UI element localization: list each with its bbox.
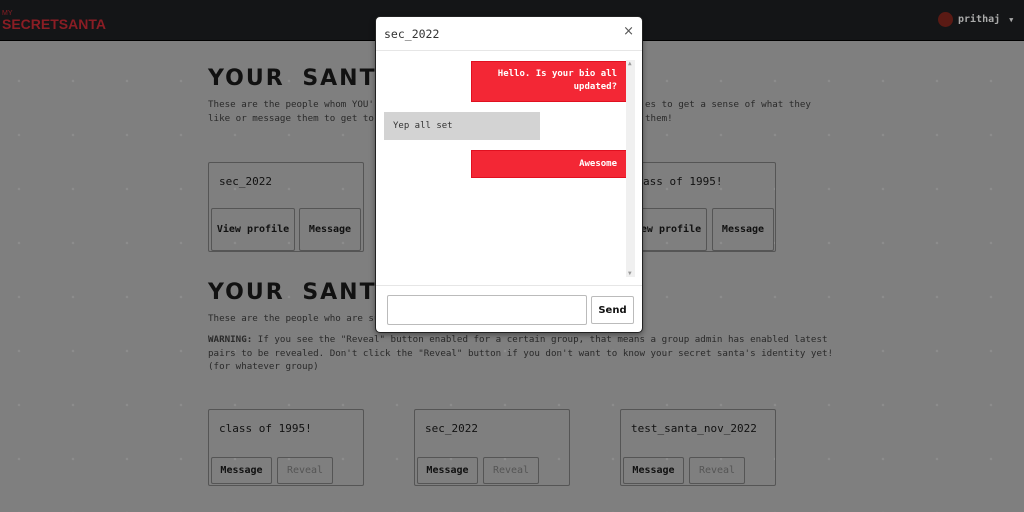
- santa-card: sec_2022 Message Reveal: [414, 409, 570, 486]
- card-title: class of 1995!: [219, 422, 312, 435]
- send-button[interactable]: Send: [591, 296, 634, 324]
- message-button[interactable]: Message: [211, 457, 272, 484]
- avatar: [938, 12, 953, 27]
- modal-header: sec_2022 ×: [376, 17, 642, 51]
- santees-desc: These are the people whom YOU're: [208, 99, 386, 110]
- reveal-button[interactable]: Reveal: [277, 457, 333, 484]
- santee-card: sec_2022 View profile Message: [208, 162, 364, 252]
- chat-messages: Hello. Is your bio all updated? Yep all …: [376, 52, 642, 286]
- caret-down-icon: ▼: [1009, 15, 1014, 24]
- santa-card: class of 1995! Message Reveal: [208, 409, 364, 486]
- sent-message: Hello. Is your bio all updated?: [471, 61, 627, 102]
- santas-heading: YOUR SANT: [208, 280, 377, 305]
- modal-title: sec_2022: [384, 27, 440, 41]
- view-profile-button[interactable]: View profile: [211, 208, 295, 251]
- modal-footer: Send: [376, 285, 642, 333]
- santees-desc: es to get a sense of what they: [645, 99, 811, 110]
- santa-card: test_santa_nov_2022 Message Reveal: [620, 409, 776, 486]
- message-button[interactable]: Message: [417, 457, 478, 484]
- warning-line: pairs to be revealed. Don't click the "R…: [208, 348, 834, 359]
- card-title: sec_2022: [425, 422, 478, 435]
- card-title: test_santa_nov_2022: [631, 422, 757, 435]
- message-input[interactable]: [387, 295, 587, 325]
- message-button[interactable]: Message: [712, 208, 774, 251]
- warning-line: (for whatever group): [208, 361, 319, 372]
- chat-modal: sec_2022 × Hello. Is your bio all update…: [375, 16, 643, 333]
- reveal-button[interactable]: Reveal: [689, 457, 745, 484]
- warning-line: If you see the "Reveal" button enabled f…: [252, 334, 828, 345]
- message-button[interactable]: Message: [299, 208, 361, 251]
- scroll-down-icon[interactable]: ▼: [628, 270, 632, 277]
- sent-message: Awesome: [471, 150, 627, 178]
- scroll-up-icon[interactable]: ▲: [628, 60, 632, 67]
- close-icon[interactable]: ×: [623, 24, 634, 39]
- santas-desc: These are the people who are sup: [208, 313, 386, 324]
- warning-text: WARNING: If you see the "Reveal" button …: [208, 333, 828, 347]
- chat-scrollbar[interactable]: ▲ ▼: [626, 60, 635, 277]
- card-title: ass of 1995!: [643, 175, 723, 188]
- logo[interactable]: MY SECRETSANTA: [2, 10, 106, 33]
- card-title: sec_2022: [219, 175, 272, 188]
- warning-label: WARNING:: [208, 334, 253, 345]
- santees-heading: YOUR SANT: [208, 66, 377, 91]
- reveal-button[interactable]: Reveal: [483, 457, 539, 484]
- username: prithaj: [958, 14, 1001, 25]
- user-menu[interactable]: prithaj ▼: [938, 12, 1013, 27]
- santees-desc: like or message them to get to k: [208, 113, 386, 124]
- message-button[interactable]: Message: [623, 457, 684, 484]
- santees-desc: them!: [645, 113, 673, 124]
- received-message: Yep all set: [384, 112, 540, 140]
